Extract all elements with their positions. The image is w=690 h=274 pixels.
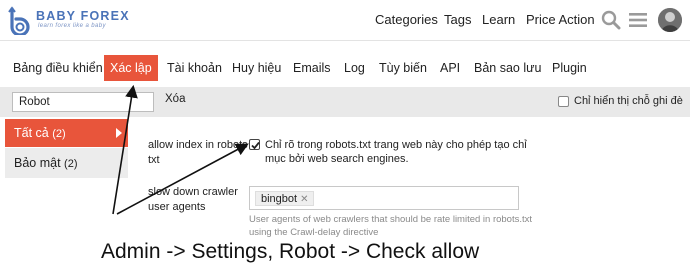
sidebar-item-label: Bảo mật [14,156,61,170]
remove-tag-icon[interactable]: ✕ [300,194,308,205]
sidebar-item-all[interactable]: Tất cả (2) [5,119,128,147]
sidebar-item-label: Tất cả [14,126,49,140]
tab-badges[interactable]: Huy hiệu [229,55,284,81]
allow-index-label: allow index in robots txt [148,139,248,166]
nav-tags[interactable]: Tags [444,12,471,27]
site-logo[interactable]: BABY FOREX learn forex like a baby [6,5,136,37]
crawler-user-agents-hint: User agents of web crawlers that should … [249,214,533,238]
tab-customize[interactable]: Tùy biến [376,55,430,81]
allow-index-checkbox[interactable] [249,139,260,150]
nav-price-action[interactable]: Price Action [526,12,595,27]
slow-down-crawler-label: slow down crawler user agents [148,186,238,213]
chevron-right-icon [116,128,122,138]
tag-label: bingbot [261,193,298,205]
tab-settings[interactable]: Xác lập [104,55,158,81]
only-overridden-checkbox[interactable] [558,96,569,107]
tab-log[interactable]: Log [341,55,368,81]
logo-tagline: learn forex like a baby [38,23,106,29]
settings-filter-input[interactable] [12,92,154,112]
tab-account[interactable]: Tài khoản [164,55,225,81]
tab-emails[interactable]: Emails [290,55,334,81]
search-icon[interactable] [601,10,621,30]
nav-categories[interactable]: Categories [375,12,438,27]
only-overridden-label[interactable]: Chỉ hiển thị chỗ ghi đè [574,95,683,107]
hamburger-menu-icon[interactable] [628,10,648,30]
nav-learn[interactable]: Learn [482,12,515,27]
tab-dashboard[interactable]: Bảng điều khiển [10,55,106,81]
crawler-user-agents-input[interactable]: bingbot ✕ [249,186,519,210]
tab-backups[interactable]: Bản sao lưu [471,55,544,81]
top-header: BABY FOREX learn forex like a baby Categ… [0,0,690,40]
tab-plugins[interactable]: Plugin [549,55,590,81]
annotation-caption: Admin -> Settings, Robot -> Check allow [101,240,480,263]
sidebar-item-security[interactable]: Bảo mật (2) [5,149,128,177]
baby-forex-logo-icon [8,6,30,37]
settings-filter-bar: Xóa Chỉ hiển thị chỗ ghi đè [0,87,690,117]
clear-filter-button[interactable]: Xóa [165,93,185,105]
user-agent-tag[interactable]: bingbot ✕ [255,191,315,206]
header-divider [0,40,690,41]
tab-api[interactable]: API [437,55,463,81]
check-icon [251,141,260,150]
user-avatar[interactable] [658,8,682,32]
logo-text: BABY FOREX [36,9,130,23]
allow-index-description: Chỉ rõ trong robots.txt trang web này ch… [265,139,527,165]
sidebar-item-count: (2) [52,128,66,140]
sidebar-item-count: (2) [64,158,78,170]
